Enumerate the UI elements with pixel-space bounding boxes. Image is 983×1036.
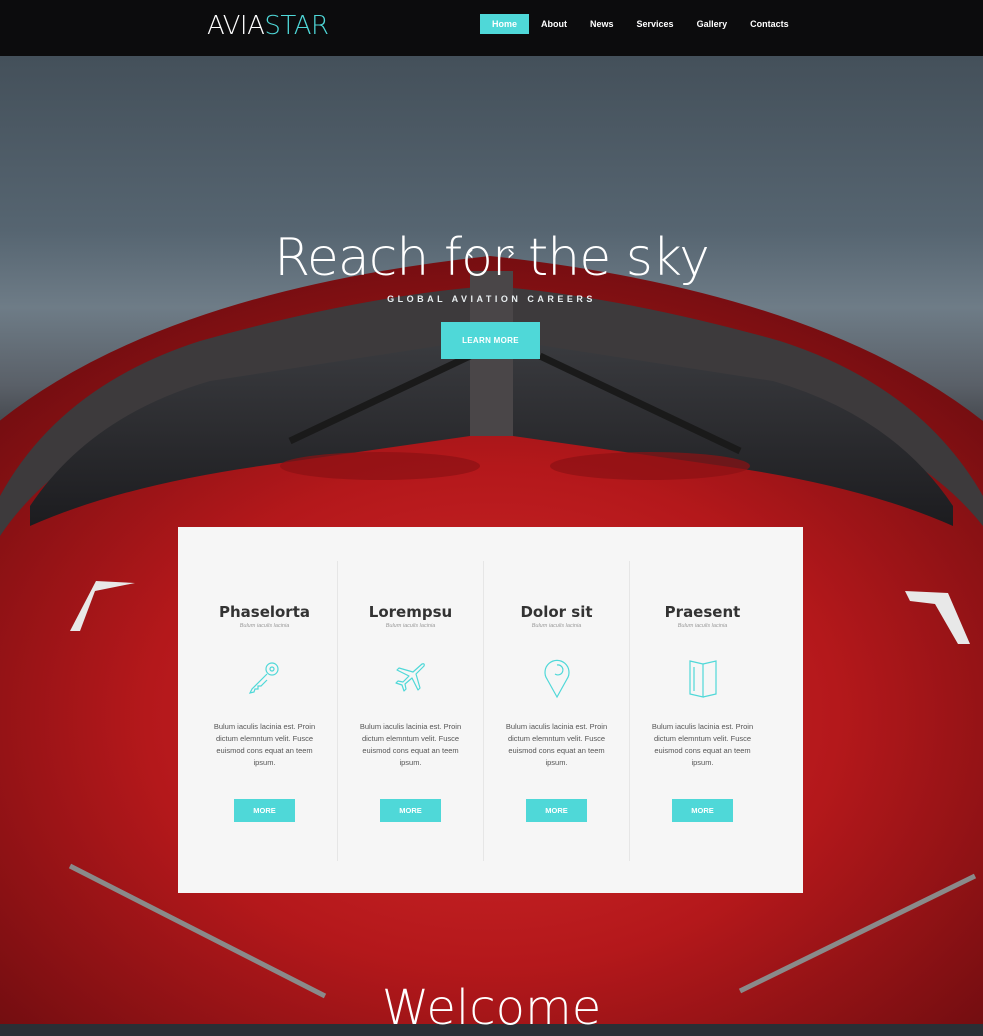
learn-more-button[interactable]: LEARN MORE: [441, 322, 540, 359]
nav-gallery[interactable]: Gallery: [686, 14, 739, 34]
feature-description: Bulum iaculis lacinia est. Proin dictum …: [213, 722, 316, 767]
welcome-heading: Welcome: [381, 980, 602, 1036]
nav-home[interactable]: Home: [480, 14, 530, 34]
top-header: AVIASTAR Home About News Services Galler…: [0, 0, 983, 56]
feature-subtitle: Bulum iaculis lacinia: [531, 623, 582, 629]
feature-description: Bulum iaculis lacinia est. Proin dictum …: [505, 722, 608, 767]
feature-title: Dolor sit: [520, 603, 593, 621]
feature-title: Praesent: [664, 603, 741, 621]
more-button[interactable]: MORE: [526, 799, 587, 822]
logo-part-1: AVIA: [207, 11, 265, 41]
feature-title: Phaselorta: [218, 603, 311, 621]
nav-services[interactable]: Services: [626, 14, 685, 34]
brochure-icon: [681, 655, 725, 699]
logo[interactable]: AVIASTAR: [207, 11, 329, 41]
main-nav: Home About News Services Gallery Contact…: [480, 14, 801, 34]
feature-description: Bulum iaculis lacinia est. Proin dictum …: [359, 722, 462, 767]
feature-card: Phaselorta Bulum iaculis lacinia Bulum i…: [192, 561, 337, 861]
feature-subtitle: Bulum iaculis lacinia: [239, 623, 290, 629]
feature-subtitle: Bulum iaculis lacinia: [677, 623, 728, 629]
more-button[interactable]: MORE: [672, 799, 733, 822]
plane-icon: [389, 655, 433, 699]
hero-subtitle: GLOBAL AVIATION CAREERS: [387, 294, 596, 304]
hero-title: Reach for the sky: [274, 228, 710, 288]
more-button[interactable]: MORE: [380, 799, 441, 822]
feature-card: Dolor sit Bulum iaculis lacinia Bulum ia…: [483, 561, 629, 861]
more-button[interactable]: MORE: [234, 799, 295, 822]
features-panel: Phaselorta Bulum iaculis lacinia Bulum i…: [178, 527, 803, 893]
feature-description: Bulum iaculis lacinia est. Proin dictum …: [651, 722, 754, 767]
feature-card: Praesent Bulum iaculis lacinia Bulum iac…: [629, 561, 775, 861]
feature-subtitle: Bulum iaculis lacinia: [385, 623, 436, 629]
key-icon: [243, 655, 287, 699]
feature-card: Lorempsu Bulum iaculis lacinia Bulum iac…: [337, 561, 483, 861]
nav-about[interactable]: About: [530, 14, 578, 34]
nav-news[interactable]: News: [579, 14, 625, 34]
nav-contacts[interactable]: Contacts: [739, 14, 800, 34]
feature-title: Lorempsu: [368, 603, 453, 621]
location-pin-icon: [535, 655, 579, 699]
logo-part-2: STAR: [264, 11, 329, 41]
